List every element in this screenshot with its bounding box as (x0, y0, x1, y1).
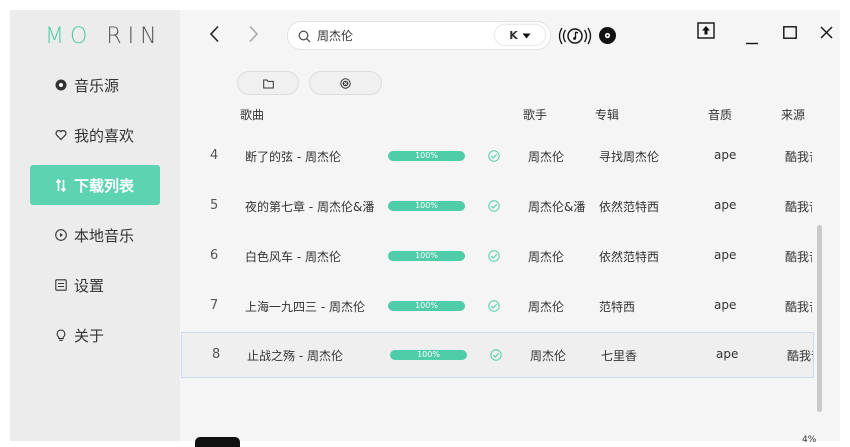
source-cell: 酷我音乐 (785, 150, 812, 164)
scrollbar[interactable] (817, 225, 822, 412)
table-row[interactable]: 7 上海一九四三 - 周杰伦 100% 周杰伦 范特西 ape 酷我音乐 (180, 284, 812, 328)
sidebar-item-label: 我的喜欢 (74, 126, 135, 145)
singer-cell: 周杰伦 (528, 300, 565, 314)
sidebar-item-music-source[interactable]: 音乐源 (30, 65, 160, 105)
album-cell: 依然范特西 (599, 250, 660, 264)
sidebar-item-favorites[interactable]: 我的喜欢 (30, 115, 160, 155)
check-circle-icon (488, 197, 500, 216)
sidebar: MO RIN 音乐源 我的喜欢 下载列表 本地音乐 设置 关于 (10, 10, 180, 441)
singer-cell: 周杰伦 (528, 150, 565, 164)
quality-cell: ape (714, 298, 737, 312)
sort-arrows-icon (54, 178, 68, 192)
search-input[interactable]: 周杰伦 (317, 27, 353, 44)
download-progress-bar: 100% (388, 301, 465, 311)
column-header-quality[interactable]: 音质 (708, 106, 732, 123)
source-select[interactable]: K (495, 25, 545, 45)
chevron-down-icon (522, 29, 531, 42)
check-circle-icon (488, 147, 500, 166)
sidebar-item-label: 设置 (74, 276, 105, 295)
close-icon[interactable] (820, 24, 833, 43)
source-cell: 酷我音乐 (785, 250, 812, 264)
row-number: 7 (210, 298, 219, 313)
play-circle-icon (54, 228, 68, 242)
search-box[interactable]: 周杰伦 K (287, 21, 551, 50)
minimize-icon[interactable] (746, 30, 758, 49)
maximize-icon[interactable] (783, 24, 797, 43)
row-number: 6 (210, 248, 219, 263)
player-cover-thumb[interactable] (195, 437, 240, 447)
song-title: 夜的第七章 - 周杰伦&潘 (245, 200, 375, 214)
singer-cell: 周杰伦 (530, 349, 567, 363)
source-cell: 酷我音乐 (787, 349, 813, 363)
source-cell: 酷我音乐 (785, 200, 812, 214)
download-progress-bar: 100% (388, 251, 465, 261)
folder-icon (262, 74, 274, 93)
row-number: 5 (210, 198, 219, 213)
main-panel: 周杰伦 K 歌曲 歌手 专辑 音质 来源 4 断了的弦 - 周杰伦 100% 周… (180, 10, 840, 447)
song-title: 断了的弦 - 周杰伦 (245, 150, 341, 164)
quality-cell: ape (714, 198, 737, 212)
sidebar-item-download-list[interactable]: 下载列表 (30, 165, 160, 205)
row-number: 4 (210, 148, 219, 163)
column-header-singer[interactable]: 歌手 (523, 106, 547, 123)
back-icon[interactable] (209, 25, 221, 47)
singer-cell: 周杰伦 (528, 250, 565, 264)
check-circle-icon (490, 346, 502, 365)
app-window: MO RIN 音乐源 我的喜欢 下载列表 本地音乐 设置 关于 周杰伦 K 歌曲… (10, 10, 840, 447)
check-circle-icon (488, 297, 500, 316)
sidebar-item-label: 本地音乐 (74, 226, 135, 245)
sidebar-item-settings[interactable]: 设置 (30, 265, 160, 305)
song-title: 止战之殇 - 周杰伦 (247, 349, 343, 363)
heart-icon (54, 128, 68, 142)
sidebar-item-label: 音乐源 (74, 76, 120, 95)
column-header-album[interactable]: 专辑 (595, 106, 619, 123)
quality-cell: ape (714, 248, 737, 262)
column-header-source[interactable]: 来源 (781, 106, 805, 123)
singer-cell: 周杰伦&潘 (528, 200, 586, 214)
table-row[interactable]: 6 白色风车 - 周杰伦 100% 周杰伦 依然范特西 ape 酷我音乐 (180, 234, 812, 278)
bulb-icon (54, 328, 68, 342)
table-row[interactable]: 5 夜的第七章 - 周杰伦&潘 100% 周杰伦&潘 依然范特西 ape 酷我音… (180, 184, 812, 228)
sidebar-item-label: 关于 (74, 326, 105, 345)
download-progress-bar: 100% (390, 350, 467, 360)
quality-cell: ape (714, 148, 737, 162)
album-cell: 依然范特西 (599, 200, 660, 214)
clear-icon (340, 74, 351, 93)
forward-icon[interactable] (247, 25, 259, 47)
album-cell: 范特西 (599, 300, 636, 314)
sidebar-item-local-music[interactable]: 本地音乐 (30, 215, 160, 255)
download-progress-bar: 100% (388, 151, 465, 161)
volume-label: 4% (802, 435, 817, 445)
song-title: 上海一九四三 - 周杰伦 (245, 300, 365, 314)
table-row[interactable]: 4 断了的弦 - 周杰伦 100% 周杰伦 寻找周杰伦 ape 酷我音乐 (180, 134, 812, 178)
app-logo: MO RIN (45, 24, 163, 49)
song-title: 白色风车 - 周杰伦 (245, 250, 341, 264)
source-cell: 酷我音乐 (785, 300, 812, 314)
column-header-song[interactable]: 歌曲 (240, 106, 264, 123)
listening-icon[interactable] (558, 26, 592, 50)
check-circle-icon (488, 247, 500, 266)
source-badge: K (509, 28, 518, 42)
table-row-selected[interactable]: 8 止战之殇 - 周杰伦 100% 周杰伦 七里香 ape 酷我音乐 (181, 332, 814, 378)
album-cell: 寻找周杰伦 (599, 150, 660, 164)
sidebar-item-label: 下载列表 (74, 176, 135, 195)
search-icon (298, 28, 311, 47)
settings-icon (54, 278, 68, 292)
row-number: 8 (212, 347, 221, 362)
upload-icon[interactable] (697, 22, 715, 43)
clear-list-button[interactable] (309, 71, 382, 95)
open-folder-button[interactable] (237, 71, 299, 95)
record-icon (54, 78, 68, 92)
download-progress-bar: 100% (388, 201, 465, 211)
vinyl-icon[interactable] (598, 26, 617, 49)
sidebar-item-about[interactable]: 关于 (30, 315, 160, 355)
quality-cell: ape (716, 347, 739, 361)
album-cell: 七里香 (601, 349, 638, 363)
